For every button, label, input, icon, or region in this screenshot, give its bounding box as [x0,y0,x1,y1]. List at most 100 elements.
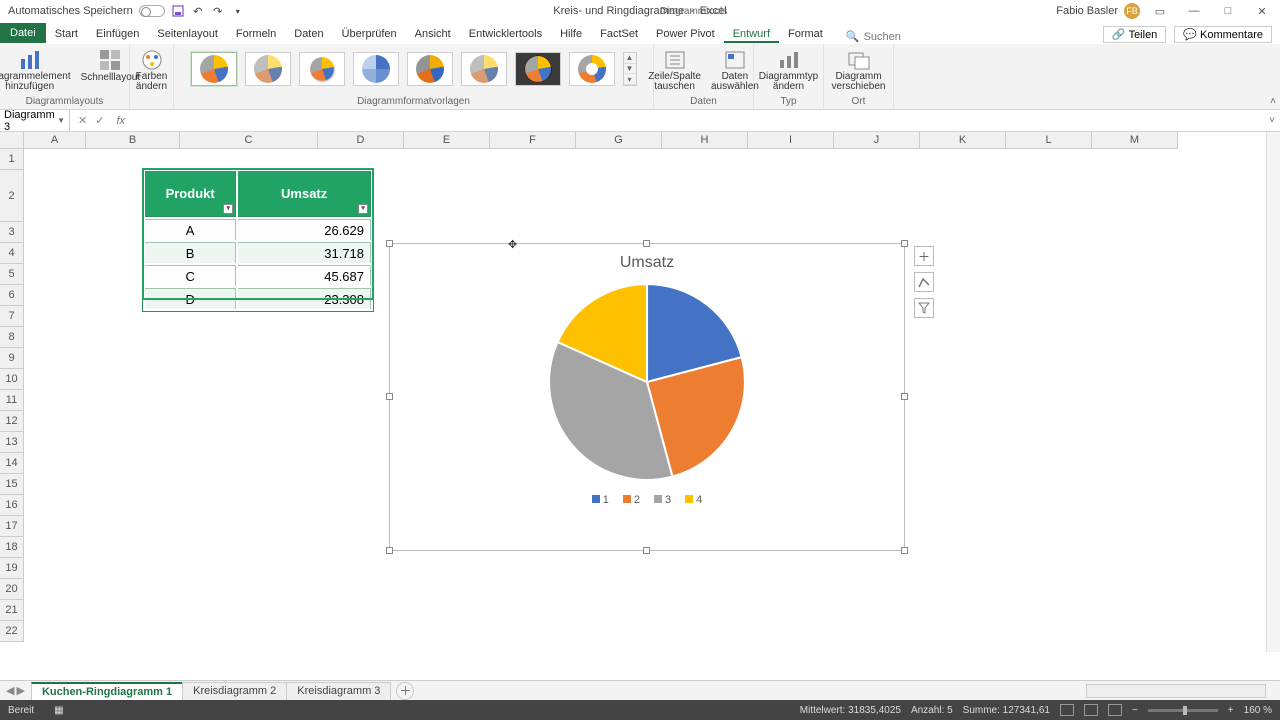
add-sheet-button[interactable]: ＋ [396,682,414,700]
view-normal-icon[interactable] [1060,704,1074,716]
change-chart-type-button[interactable]: Diagrammtyp ändern [755,46,822,94]
worksheet-grid[interactable]: ABCDEFGHIJKLM 12345678910111213141516171… [0,132,1280,652]
switch-row-col-button[interactable]: Zeile/Spalte tauschen [644,46,705,94]
row-header[interactable]: 10 [0,369,24,390]
sheet-tab[interactable]: Kreisdiagramm 2 [182,682,287,700]
col-header[interactable]: D [318,132,404,149]
row-header[interactable]: 9 [0,348,24,369]
col-header[interactable]: B [86,132,180,149]
chart-style-8[interactable] [569,52,615,86]
sheet-tab[interactable]: Kreisdiagramm 3 [286,682,391,700]
close-icon[interactable]: ✕ [1248,2,1276,20]
table-header-produkt[interactable]: Produkt▾ [145,171,236,217]
undo-icon[interactable]: ↶ [191,4,205,18]
legend-item[interactable]: 2 [623,494,640,506]
tab-factset[interactable]: FactSet [591,25,647,43]
col-header[interactable]: H [662,132,748,149]
accept-formula-icon[interactable]: ✓ [95,114,104,127]
col-header[interactable]: M [1092,132,1178,149]
tab-start[interactable]: Start [46,25,87,43]
tab-hilfe[interactable]: Hilfe [551,25,591,43]
filter-icon[interactable]: ▾ [358,204,368,214]
minimize-icon[interactable]: — [1180,2,1208,20]
add-chart-element-button[interactable]: Diagrammelement hinzufügen [0,46,75,94]
tab-formeln[interactable]: Formeln [227,25,285,43]
maximize-icon[interactable]: □ [1214,2,1242,20]
save-icon[interactable] [171,4,185,18]
row-header[interactable]: 21 [0,600,24,621]
col-header[interactable]: C [180,132,318,149]
row-header[interactable]: 15 [0,474,24,495]
row-header[interactable]: 2 [0,170,24,222]
comments-button[interactable]: 💬Kommentare [1174,26,1272,43]
chart-legend[interactable]: 1 2 3 4 [390,494,904,506]
autosave-toggle[interactable] [139,5,165,17]
row-header[interactable]: 5 [0,264,24,285]
chart-style-1[interactable] [191,52,237,86]
legend-item[interactable]: 4 [685,494,702,506]
chart-style-4[interactable] [353,52,399,86]
tab-seitenlayout[interactable]: Seitenlayout [148,25,227,43]
col-header[interactable]: G [576,132,662,149]
tab-power pivot[interactable]: Power Pivot [647,25,724,43]
user-avatar[interactable]: FB [1124,3,1140,19]
row-header[interactable]: 18 [0,537,24,558]
tab-entwicklertools[interactable]: Entwicklertools [460,25,551,43]
row-header[interactable]: 16 [0,495,24,516]
move-chart-button[interactable]: Diagramm verschieben [828,46,890,94]
ribbon-mode-icon[interactable]: ▭ [1146,2,1174,20]
chart-title[interactable]: Umsatz [390,244,904,272]
row-header[interactable]: 13 [0,432,24,453]
pie-chart[interactable] [545,280,749,484]
col-header[interactable]: E [404,132,490,149]
sheet-tab[interactable]: Kuchen-Ringdiagramm 1 [31,682,183,700]
table-header-umsatz[interactable]: Umsatz▾ [238,171,371,217]
row-header[interactable]: 4 [0,243,24,264]
record-macro-icon[interactable]: ▦ [54,705,63,716]
change-colors-button[interactable]: Farben ändern [132,46,172,94]
select-all-corner[interactable] [0,132,24,149]
name-box[interactable]: Diagramm 3▼ [0,109,70,133]
filter-icon[interactable]: ▾ [223,204,233,214]
col-header[interactable]: F [490,132,576,149]
tab-file[interactable]: Datei [0,23,46,43]
row-header[interactable]: 7 [0,306,24,327]
row-header[interactable]: 14 [0,453,24,474]
chart-object[interactable]: ✥ Umsatz 1234 ＋ [389,243,905,551]
legend-item[interactable]: 1 [592,494,609,506]
vertical-scrollbar[interactable] [1266,132,1280,652]
row-header[interactable]: 19 [0,558,24,579]
row-header[interactable]: 3 [0,222,24,243]
horizontal-scrollbar[interactable] [1086,684,1266,698]
chart-filter-button[interactable] [914,298,934,318]
col-header[interactable]: A [24,132,86,149]
col-header[interactable]: I [748,132,834,149]
chart-style-7[interactable] [515,52,561,86]
row-header[interactable]: 22 [0,621,24,642]
sheet-nav-next-icon[interactable]: ▶ [16,684,24,697]
row-header[interactable]: 17 [0,516,24,537]
chart-style-2[interactable] [245,52,291,86]
cancel-formula-icon[interactable]: ✕ [78,114,87,127]
redo-icon[interactable]: ↷ [211,4,225,18]
zoom-in-icon[interactable]: + [1228,705,1234,716]
row-header[interactable]: 12 [0,411,24,432]
tab-einfügen[interactable]: Einfügen [87,25,148,43]
tab-daten[interactable]: Daten [285,25,332,43]
collapse-ribbon-icon[interactable]: ˄ [1270,96,1276,107]
row-header[interactable]: 1 [0,149,24,170]
chart-styles-button[interactable] [914,272,934,292]
gallery-scroll[interactable]: ▲▼▾ [623,52,637,86]
share-button[interactable]: 🔗Teilen [1103,26,1166,43]
legend-item[interactable]: 3 [654,494,671,506]
zoom-level[interactable]: 160 % [1244,705,1272,716]
row-header[interactable]: 20 [0,579,24,600]
expand-formula-bar-icon[interactable]: ˅ [1264,115,1280,126]
chart-style-5[interactable] [407,52,453,86]
chart-style-6[interactable] [461,52,507,86]
tab-ansicht[interactable]: Ansicht [406,25,460,43]
col-header[interactable]: J [834,132,920,149]
tab-format[interactable]: Format [779,25,832,43]
fx-icon[interactable]: fx [112,115,129,127]
chart-elements-button[interactable]: ＋ [914,246,934,266]
